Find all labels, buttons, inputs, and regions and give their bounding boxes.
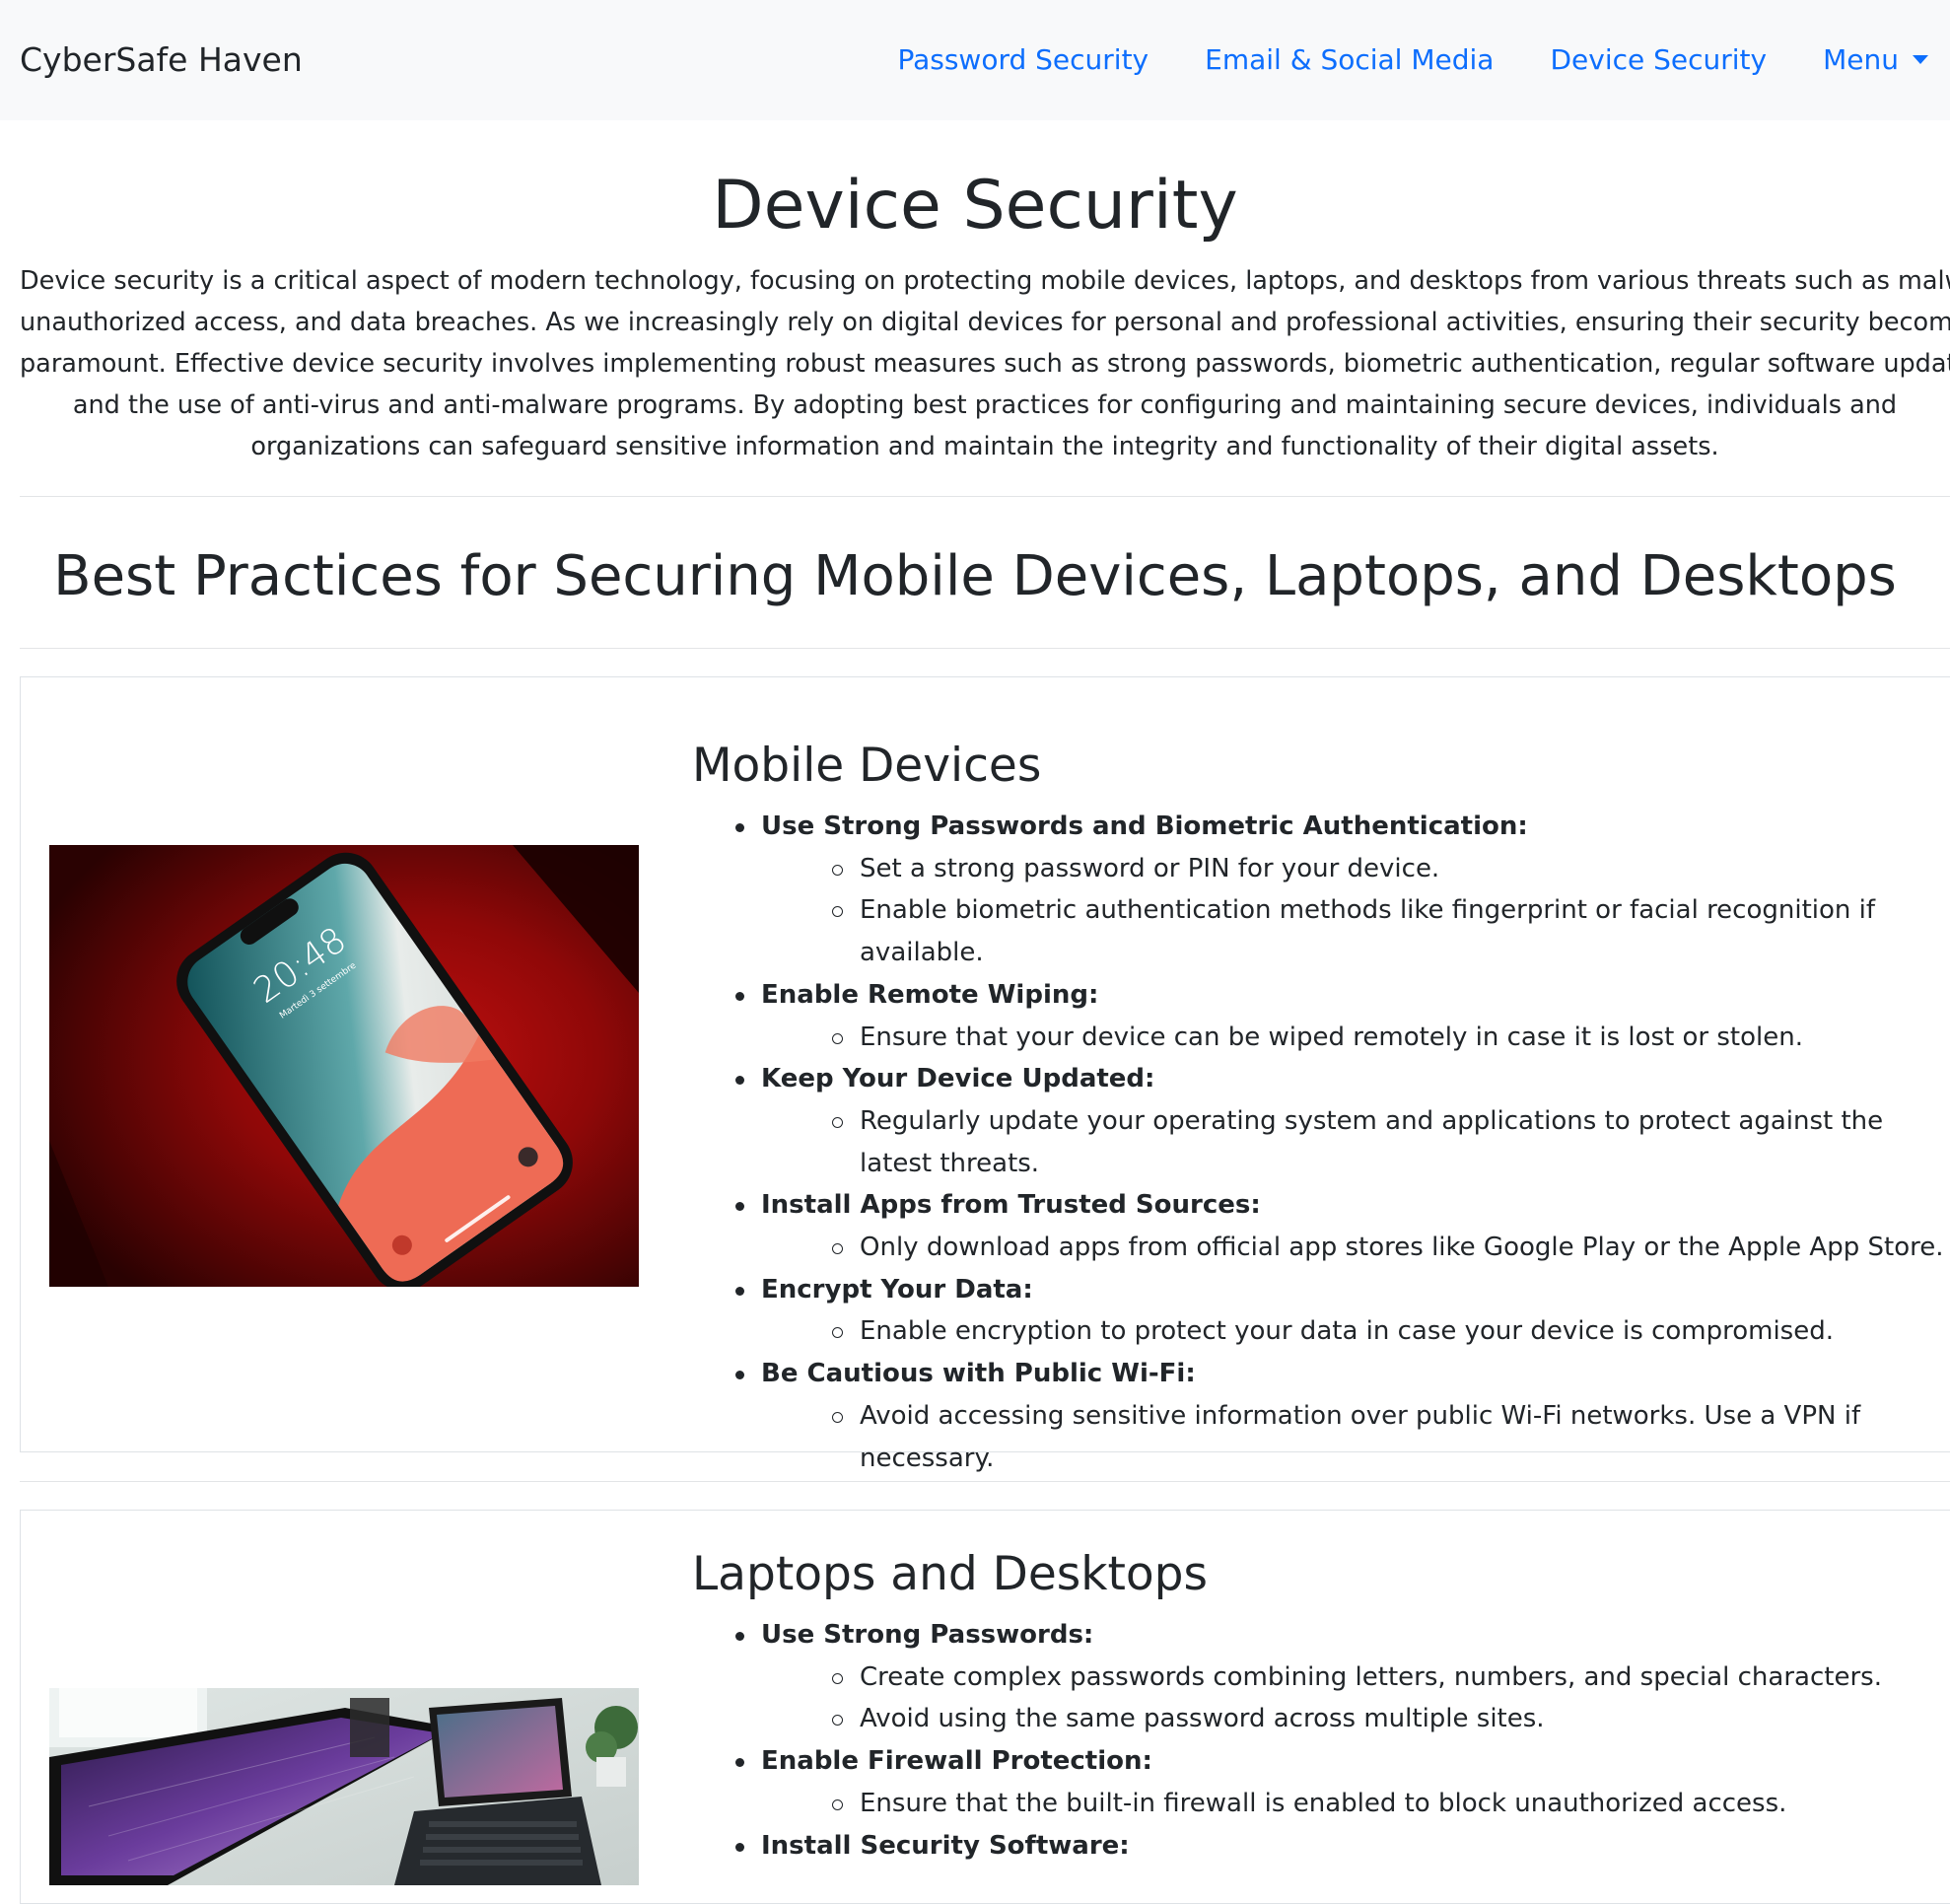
nav-links: Password Security Email & Social Media D…	[897, 38, 1928, 82]
sub-list-item: Ensure that the built-in firewall is ena…	[832, 1783, 1944, 1825]
sub-list-item: Set a strong password or PIN for your de…	[832, 848, 1944, 890]
tip-title: Keep Your Device Updated:	[761, 1064, 1155, 1094]
list-item: Install Security Software:	[731, 1825, 1944, 1868]
navbar: CyberSafe Haven Password Security Email …	[0, 0, 1950, 120]
brand-logo-text[interactable]: CyberSafe Haven	[20, 38, 303, 82]
sub-list-item: Avoid using the same password across mul…	[832, 1698, 1944, 1740]
list-item: Enable Remote Wiping: Ensure that your d…	[731, 974, 1944, 1058]
sub-list-item: Enable biometric authentication methods …	[832, 889, 1944, 973]
tip-title: Install Apps from Trusted Sources:	[761, 1190, 1261, 1221]
sub-list: Only download apps from official app sto…	[761, 1227, 1944, 1269]
mobile-phone-image: 20:48 Martedì 3 settembre	[49, 845, 639, 1287]
laptops-tips-list: Use Strong Passwords: Create complex pas…	[731, 1614, 1944, 1867]
intro-line: organizations can safeguard sensitive in…	[250, 432, 1719, 461]
list-item: Encrypt Your Data: Enable encryption to …	[731, 1269, 1944, 1353]
divider	[20, 1481, 1950, 1482]
sub-list-item: Create complex passwords combining lette…	[832, 1657, 1944, 1699]
intro-line: unauthorized access, and data breaches. …	[20, 308, 1950, 337]
list-item: Use Strong Passwords and Biometric Authe…	[731, 806, 1944, 974]
laptops-desktops-card: Laptops and Desktops Use Strong Password…	[20, 1510, 1950, 1904]
tip-title: Use Strong Passwords and Biometric Authe…	[761, 811, 1528, 841]
laptops-desktops-heading: Laptops and Desktops	[692, 1547, 1208, 1601]
intro-line: paramount. Effective device security inv…	[20, 349, 1950, 379]
mobile-tips-list: Use Strong Passwords and Biometric Authe…	[731, 806, 1944, 1479]
sub-list: Ensure that your device can be wiped rem…	[761, 1017, 1944, 1059]
tip-title: Install Security Software:	[761, 1830, 1130, 1861]
sub-list: Regularly update your operating system a…	[761, 1100, 1944, 1184]
tip-title: Enable Firewall Protection:	[761, 1746, 1152, 1777]
intro-line: and the use of anti-virus and anti-malwa…	[72, 390, 1898, 420]
mobile-devices-card: 20:48 Martedì 3 settembre Mobile Devices…	[20, 676, 1950, 1473]
list-item: Be Cautious with Public Wi-Fi: Avoid acc…	[731, 1353, 1944, 1479]
mobile-devices-heading: Mobile Devices	[692, 739, 1042, 793]
tip-title: Be Cautious with Public Wi-Fi:	[761, 1359, 1196, 1389]
caret-down-icon	[1913, 55, 1928, 64]
page-title: Device Security	[712, 167, 1238, 245]
sub-list-item: Ensure that your device can be wiped rem…	[832, 1017, 1944, 1059]
intro-paragraph: Device security is a critical aspect of …	[20, 260, 1950, 467]
sub-list-item: Regularly update your operating system a…	[832, 1100, 1944, 1184]
intro-line: Device security is a critical aspect of …	[20, 266, 1950, 296]
divider	[20, 648, 1950, 649]
sub-list: Set a strong password or PIN for your de…	[761, 848, 1944, 974]
nav-link-device-security[interactable]: Device Security	[1550, 38, 1767, 82]
sub-list: Ensure that the built-in firewall is ena…	[761, 1783, 1944, 1825]
laptop-desktop-image	[49, 1688, 639, 1885]
tip-title: Enable Remote Wiping:	[761, 979, 1099, 1010]
menu-label: Menu	[1823, 43, 1899, 76]
list-item: Use Strong Passwords: Create complex pas…	[731, 1614, 1944, 1740]
nav-link-password-security[interactable]: Password Security	[897, 38, 1149, 82]
sub-list: Create complex passwords combining lette…	[761, 1657, 1944, 1740]
tip-title: Encrypt Your Data:	[761, 1274, 1033, 1305]
sub-list: Enable encryption to protect your data i…	[761, 1310, 1944, 1353]
list-item: Keep Your Device Updated: Regularly upda…	[731, 1058, 1944, 1184]
sub-list-item: Avoid accessing sensitive information ov…	[832, 1395, 1944, 1479]
sub-list: Avoid accessing sensitive information ov…	[761, 1395, 1944, 1479]
sub-list-item: Enable encryption to protect your data i…	[832, 1310, 1944, 1353]
nav-link-email-social-media[interactable]: Email & Social Media	[1205, 38, 1494, 82]
sub-list-item: Only download apps from official app sto…	[832, 1227, 1944, 1269]
list-item: Enable Firewall Protection: Ensure that …	[731, 1740, 1944, 1824]
best-practices-title: Best Practices for Securing Mobile Devic…	[53, 544, 1897, 608]
menu-dropdown-toggle[interactable]: Menu	[1823, 38, 1928, 82]
tip-title: Use Strong Passwords:	[761, 1620, 1094, 1650]
divider	[20, 496, 1950, 497]
list-item: Install Apps from Trusted Sources: Only …	[731, 1184, 1944, 1268]
